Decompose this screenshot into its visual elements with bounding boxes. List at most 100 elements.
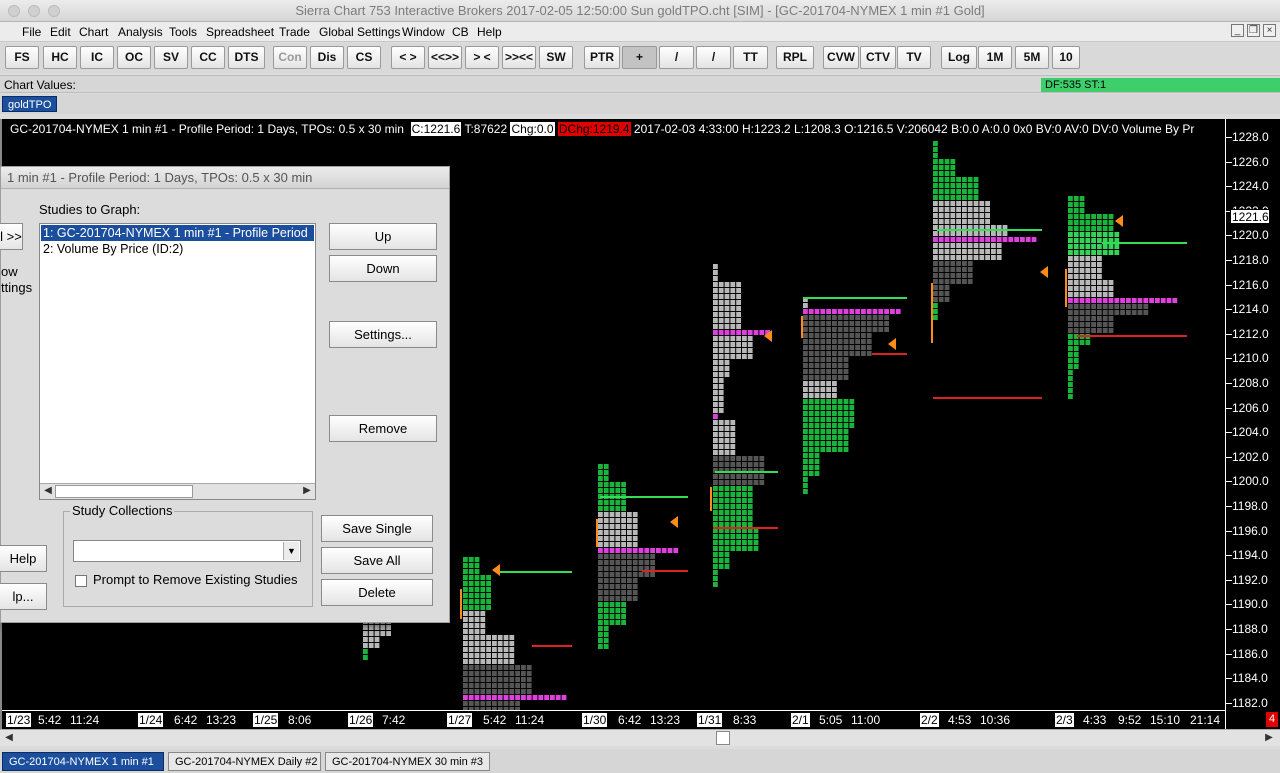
tpo-block [1097, 304, 1102, 309]
scroll-right-arrow-icon[interactable]: ▶ [1262, 731, 1276, 745]
toolbar-button-16[interactable]: + [622, 46, 657, 69]
toolbar-button-10[interactable]: < > [391, 46, 425, 69]
menu-global-settings[interactable]: Global Settings [319, 25, 400, 39]
main-toolbar: FS HC IC OC SV CC DTS Con Dis CS < > <<>> > < >><< SW P… [0, 43, 1280, 73]
list-scroll-left-icon[interactable]: ◀ [41, 484, 55, 498]
chart-horizontal-scrollbar[interactable]: ◀ ▶ [0, 729, 1280, 746]
save-single-button[interactable]: Save Single [321, 515, 433, 542]
chart-tab-2[interactable]: GC-201704-NYMEX Daily #2 [168, 752, 321, 771]
tpo-block [603, 554, 609, 559]
study-list-item[interactable]: 2: Volume By Price (ID:2) [41, 241, 314, 257]
toolbar-button-21[interactable]: CVW [823, 46, 859, 69]
menu-tools[interactable]: Tools [169, 25, 197, 39]
toolbar-button-24[interactable]: Log [941, 46, 977, 69]
minimize-window-icon[interactable] [28, 5, 40, 17]
toolbar-button-9[interactable]: CS [347, 46, 381, 69]
minimize-icon[interactable]: _ [1231, 24, 1244, 37]
menu-spreadsheet[interactable]: Spreadsheet [206, 25, 274, 39]
save-all-button[interactable]: Save All [321, 547, 433, 574]
toolbar-button-14[interactable]: SW [539, 46, 573, 69]
delete-button[interactable]: Delete [321, 579, 433, 606]
tpo-block [933, 237, 938, 242]
tpo-block [747, 342, 753, 347]
tpo-block [603, 482, 609, 487]
toolbar-button-6[interactable]: DTS [228, 46, 265, 69]
tpo-block [492, 671, 497, 676]
corner-badge[interactable]: 4 [1266, 712, 1278, 727]
study-collection-select[interactable]: ▼ [73, 540, 301, 562]
tpo-block [938, 291, 944, 296]
toolbar-button-1[interactable]: HC [43, 46, 77, 69]
tpo-block [468, 611, 474, 616]
list-horizontal-scrollbar[interactable]: ◀ ▶ [40, 483, 315, 499]
remove-button[interactable]: Remove [329, 415, 437, 442]
menu-help[interactable]: Help [477, 25, 502, 39]
zoom-window-icon[interactable] [48, 5, 60, 17]
date-label: 2/1 [791, 713, 810, 727]
toolbar-button-0[interactable]: FS [5, 46, 39, 69]
toolbar-button-5[interactable]: CC [191, 46, 225, 69]
down-button[interactable]: Down [329, 255, 437, 282]
tpo-block [474, 605, 480, 610]
tpo-block [808, 423, 814, 428]
chevron-down-icon[interactable]: ▼ [283, 542, 299, 560]
toolbar-button-27[interactable]: 10 [1052, 46, 1080, 69]
toolbar-button-15[interactable]: PTR [584, 46, 620, 69]
study-list-item[interactable]: 1: GC-201704-NYMEX 1 min #1 - Profile Pe… [41, 225, 314, 241]
toolbar-button-18[interactable]: / [696, 46, 731, 69]
tpo-block [878, 315, 884, 320]
settings-button[interactable]: Settings... [329, 321, 437, 348]
close-window-icon[interactable] [8, 5, 20, 17]
toolbar-button-23[interactable]: TV [897, 46, 931, 69]
chart-tab-1[interactable]: GC-201704-NYMEX 1 min #1 [2, 752, 164, 771]
tpo-block [1068, 340, 1073, 345]
add-study-button[interactable]: l >> [0, 223, 23, 250]
restore-icon[interactable]: ❐ [1247, 24, 1260, 37]
menu-cb[interactable]: CB [452, 25, 469, 39]
up-button[interactable]: Up [329, 223, 437, 250]
help-more-button[interactable]: lp... [0, 583, 47, 610]
list-scroll-thumb[interactable] [55, 485, 193, 498]
menu-trade[interactable]: Trade [279, 25, 310, 39]
tpo-block [861, 309, 866, 314]
help-button[interactable]: Help [0, 545, 47, 572]
toolbar-button-17[interactable]: / [659, 46, 694, 69]
chart-tab-3[interactable]: GC-201704-NYMEX 30 min #3 [325, 752, 490, 771]
toolbar-button-25[interactable]: 1M [978, 46, 1012, 69]
menu-edit[interactable]: Edit [50, 25, 71, 39]
tpo-block [718, 300, 724, 305]
toolbar-button-26[interactable]: 5M [1015, 46, 1049, 69]
toolbar-button-8[interactable]: Dis [310, 46, 344, 69]
toolbar-button-19[interactable]: TT [733, 46, 768, 69]
time-scale[interactable]: 1/23 5:42 11:24 1/24 6:42 13:23 1/25 8:06 1/26 7:… [2, 710, 1225, 729]
toolbar-button-7[interactable]: Con [273, 46, 307, 69]
menu-window[interactable]: Window [402, 25, 445, 39]
toolbar-button-2[interactable]: IC [80, 46, 114, 69]
toolbar-button-11[interactable]: <<>> [428, 46, 462, 69]
tpo-block [962, 207, 967, 212]
tpo-block [803, 321, 808, 326]
toolbar-button-20[interactable]: RPL [776, 46, 814, 69]
list-scroll-right-icon[interactable]: ▶ [300, 484, 314, 498]
tpo-block [486, 689, 491, 694]
tpo-block [486, 671, 491, 676]
close-icon[interactable]: × [1263, 24, 1276, 37]
menu-file[interactable]: File [22, 25, 41, 39]
toolbar-button-4[interactable]: SV [154, 46, 188, 69]
scroll-thumb[interactable] [716, 731, 730, 745]
toolbar-button-12[interactable]: > < [465, 46, 499, 69]
toolbar-button-3[interactable]: OC [117, 46, 151, 69]
tpo-block [474, 701, 480, 706]
toolbar-button-22[interactable]: CTV [860, 46, 896, 69]
high-line [600, 496, 688, 498]
scroll-left-arrow-icon[interactable]: ◀ [2, 731, 16, 745]
toolbar-button-13[interactable]: >><< [502, 46, 536, 69]
price-label: 1226.0 [1232, 154, 1269, 169]
menu-chart[interactable]: Chart [79, 25, 108, 39]
menu-analysis[interactable]: Analysis [118, 25, 163, 39]
tpo-block [463, 557, 468, 562]
prompt-remove-checkbox[interactable] [75, 575, 87, 587]
tpo-block [895, 309, 901, 314]
studies-list[interactable]: 1: GC-201704-NYMEX 1 min #1 - Profile Pe… [39, 223, 316, 500]
chartbook-tab-goldtpo[interactable]: goldTPO [2, 96, 57, 112]
